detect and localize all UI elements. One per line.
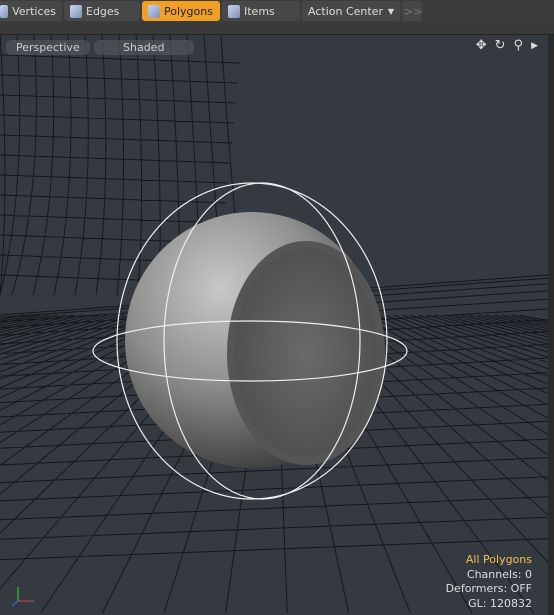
sphere-cavity [227,241,385,465]
shading-button[interactable]: Shaded [93,39,194,55]
action-center-dropdown[interactable]: Action Center ▼ [302,1,400,21]
channels-label: Channels: 0 [466,567,532,581]
viewport-header: Perspective Shaded [0,39,548,55]
scene [0,35,548,614]
cube-icon [228,4,240,18]
toolbar-divider [0,22,554,35]
rotate-icon[interactable]: ↻ [495,38,506,54]
chevron-down-icon: ▼ [387,6,394,16]
axis-icon [11,587,34,607]
3d-viewport[interactable]: Perspective Shaded ✥ ↻ ⚲ ▶ All Polygons … [0,35,548,615]
cube-icon [0,4,9,18]
vertices-button[interactable]: Vertices [0,1,62,21]
polygons-button[interactable]: Polygons [142,1,220,21]
selection-mode-label: All Polygons [465,553,532,566]
gl-count-label: GL: 120832 [468,596,532,610]
more-button[interactable]: >> [402,1,422,21]
move-icon[interactable]: ✥ [476,38,487,54]
edges-button[interactable]: Edges [64,1,140,21]
play-icon[interactable]: ▶ [531,38,538,54]
viewport-info: All Polygons Channels: 0 Deformers: OFF … [446,553,532,611]
zoom-icon[interactable]: ⚲ [514,38,524,54]
cube-icon [148,4,160,18]
selection-mode-toolbar: Vertices Edges Polygons Items Action Cen… [0,0,554,22]
deformers-label: Deformers: OFF [445,582,532,595]
items-button[interactable]: Items [222,1,300,21]
cube-icon [70,4,82,18]
view-type-button[interactable]: Perspective [6,39,90,55]
viewport-scrollbar[interactable] [548,35,554,615]
viewport-nav-icons: ✥ ↻ ⚲ ▶ [476,38,538,54]
